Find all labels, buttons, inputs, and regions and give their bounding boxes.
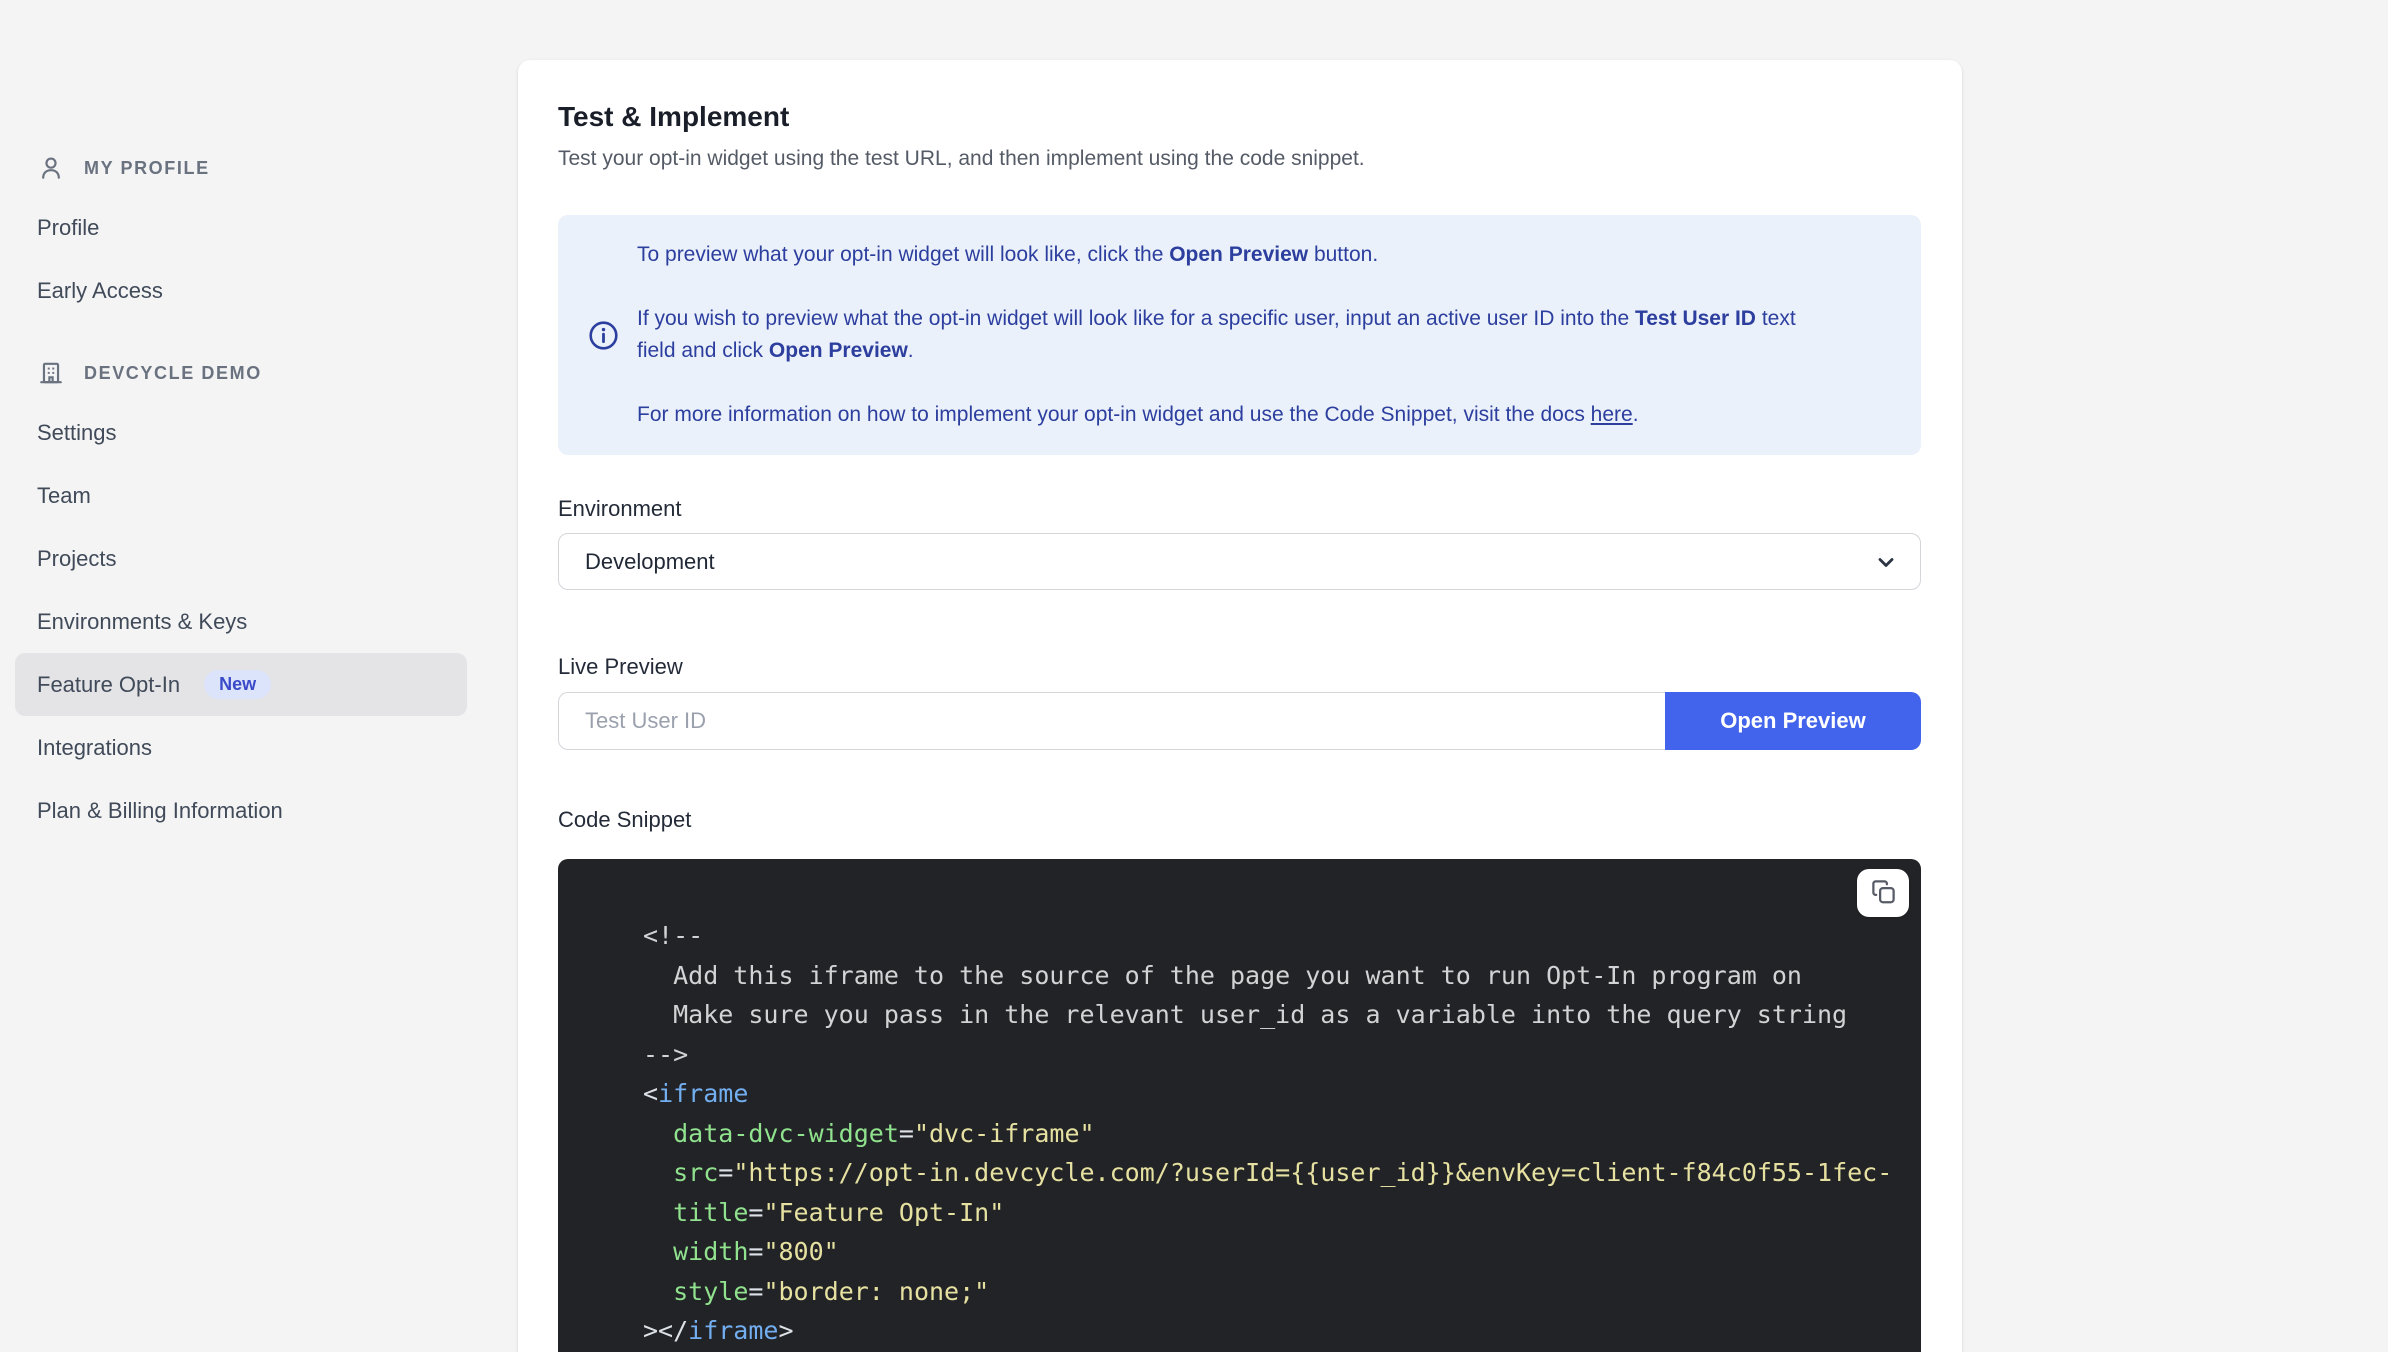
sidebar-item-label: Settings xyxy=(37,419,117,445)
sidebar-item-list: Settings Team Projects Environments & Ke… xyxy=(15,401,467,842)
info-icon xyxy=(588,320,619,351)
sidebar-item-profile[interactable]: Profile xyxy=(15,196,467,259)
code-line: title="Feature Opt-In" xyxy=(673,1197,1005,1227)
sidebar-section: MY PROFILE Profile Early Access xyxy=(15,145,467,322)
code-snippet-block: <!-- Add this iframe to the source of th… xyxy=(558,859,1921,1352)
copy-icon xyxy=(1870,878,1897,908)
sidebar-item-list: Profile Early Access xyxy=(15,196,467,322)
info-paragraph: If you wish to preview what the opt-in w… xyxy=(637,307,1796,362)
environment-select[interactable]: Development xyxy=(558,533,1921,590)
sidebar-item-label: Early Access xyxy=(37,277,163,303)
sidebar-section: DEVCYCLE DEMO Settings Team Projects Env… xyxy=(15,350,467,842)
code-line: Add this iframe to the source of the pag… xyxy=(643,960,1802,990)
open-preview-button[interactable]: Open Preview xyxy=(1665,692,1921,750)
building-icon xyxy=(38,360,64,386)
info-paragraph: For more information on how to implement… xyxy=(637,403,1639,426)
code-line: --> xyxy=(643,1039,689,1069)
page: MY PROFILE Profile Early Access DEVCYCLE… xyxy=(0,0,2388,1352)
sidebar-section-title: DEVCYCLE DEMO xyxy=(84,362,262,383)
info-text: To preview what your opt-in widget will … xyxy=(637,239,1817,431)
sidebar-item-label: Environments & Keys xyxy=(37,608,248,634)
sidebar-item-label: Profile xyxy=(37,214,100,240)
page-title: Test & Implement xyxy=(558,101,790,132)
sidebar-item-plan-billing-information[interactable]: Plan & Billing Information xyxy=(15,779,467,842)
code-line: Make sure you pass in the relevant user_… xyxy=(643,1000,1848,1029)
sidebar-item-label: Plan & Billing Information xyxy=(37,797,283,823)
live-preview-label: Live Preview xyxy=(558,654,683,679)
code-line: <!-- xyxy=(643,921,704,950)
info-box: To preview what your opt-in widget will … xyxy=(558,215,1921,455)
sidebar-item-projects[interactable]: Projects xyxy=(15,527,467,590)
test-user-id-input[interactable] xyxy=(558,692,1665,750)
environment-selected-value: Development xyxy=(585,548,715,574)
code-line: <iframe xyxy=(643,1079,749,1108)
sidebar-item-environments-keys[interactable]: Environments & Keys xyxy=(15,590,467,653)
page-subtitle: Test your opt-in widget using the test U… xyxy=(558,147,1365,170)
copy-button[interactable] xyxy=(1857,869,1909,917)
sidebar-section-header: MY PROFILE xyxy=(15,145,467,191)
content-card: Test & Implement Test your opt-in widget… xyxy=(518,60,1962,1352)
sidebar: MY PROFILE Profile Early Access DEVCYCLE… xyxy=(15,145,467,842)
person-icon xyxy=(38,155,64,181)
environment-label: Environment xyxy=(558,496,682,521)
sidebar-item-label: Integrations xyxy=(37,734,152,760)
sidebar-item-integrations[interactable]: Integrations xyxy=(15,716,467,779)
code-line: src="https://opt-in.devcycle.com/?userId… xyxy=(673,1158,1893,1187)
sidebar-item-label: Feature Opt-In xyxy=(37,671,181,697)
live-preview-row: Open Preview xyxy=(558,692,1921,750)
sidebar-item-early-access[interactable]: Early Access xyxy=(15,259,467,322)
code-content: <!-- Add this iframe to the source of th… xyxy=(643,916,1921,1351)
sidebar-item-label: Projects xyxy=(37,545,117,571)
docs-here-link[interactable]: here xyxy=(1591,403,1633,426)
sidebar-section-header: DEVCYCLE DEMO xyxy=(15,350,467,396)
code-line: ></iframe> xyxy=(643,1316,794,1345)
sidebar-item-team[interactable]: Team xyxy=(15,464,467,527)
new-badge: New xyxy=(204,670,272,699)
info-paragraph: To preview what your opt-in widget will … xyxy=(637,243,1379,266)
sidebar-item-label: Team xyxy=(37,482,91,508)
code-snippet-label: Code Snippet xyxy=(558,807,692,832)
code-line: style="border: none;" xyxy=(673,1276,990,1306)
sidebar-item-feature-opt-in[interactable]: Feature Opt-In New xyxy=(15,653,467,716)
code-line: data-dvc-widget="dvc-iframe" xyxy=(673,1118,1095,1148)
sidebar-section-title: MY PROFILE xyxy=(84,157,210,178)
code-line: width="800" xyxy=(673,1237,839,1266)
sidebar-item-settings[interactable]: Settings xyxy=(15,401,467,464)
chevron-down-icon xyxy=(1874,550,1898,574)
